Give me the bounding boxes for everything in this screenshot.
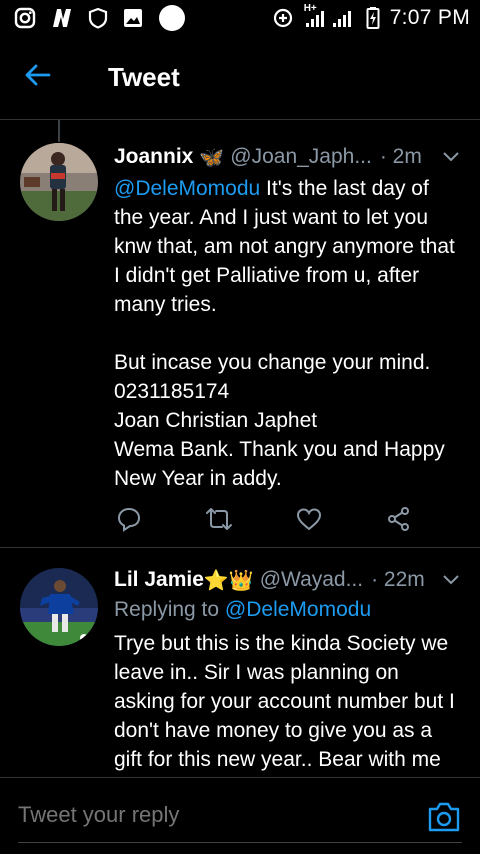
chevron-down-icon[interactable] bbox=[442, 568, 460, 592]
replying-to-line: Replying to @DeleMomodu bbox=[114, 595, 460, 624]
shield-icon bbox=[88, 7, 108, 29]
reply-icon[interactable] bbox=[114, 504, 144, 534]
signal-icon: H+ bbox=[304, 3, 356, 29]
status-bar: H+ 7:07 PM bbox=[0, 0, 480, 36]
share-icon[interactable] bbox=[384, 504, 414, 534]
butterfly-emoji: 🦋 bbox=[199, 146, 225, 169]
reply-input-underline bbox=[18, 842, 462, 843]
reply-bar bbox=[0, 777, 480, 854]
chevron-down-icon[interactable] bbox=[442, 145, 460, 169]
data-saver-icon bbox=[272, 7, 294, 29]
battery-icon bbox=[366, 6, 380, 30]
camera-icon[interactable] bbox=[426, 800, 462, 834]
retweet-icon[interactable] bbox=[204, 504, 234, 534]
tweet-card[interactable]: Joannix 🦋 @Joan_Japh... · 2m @DeleMomodu… bbox=[0, 120, 480, 548]
netflix-n-icon bbox=[50, 7, 74, 29]
clock-time: 7:07 PM bbox=[389, 6, 470, 29]
heart-icon[interactable] bbox=[294, 504, 324, 534]
tweet-text: @DeleMomodu It's the last day of the yea… bbox=[114, 174, 460, 493]
arrow-left-icon bbox=[23, 63, 51, 92]
tweet-timestamp: · 22m bbox=[371, 568, 425, 591]
instagram-icon bbox=[14, 7, 36, 29]
avatar[interactable] bbox=[20, 568, 98, 646]
author-handle[interactable]: @Wayad... bbox=[260, 568, 363, 592]
mention-link[interactable]: @DeleMomodu bbox=[225, 598, 371, 621]
tweet-body-text: It's the last day of the year. And I jus… bbox=[114, 177, 455, 490]
reply-input[interactable] bbox=[18, 802, 398, 828]
replying-to-label: Replying to bbox=[114, 598, 220, 621]
tweet-text: Trye but this is the kinda Society we le… bbox=[114, 632, 461, 771]
back-button[interactable] bbox=[0, 36, 80, 120]
tweet-actions bbox=[114, 504, 414, 534]
page-title: Tweet bbox=[108, 62, 180, 92]
author-name[interactable]: Lil Jamie bbox=[114, 568, 204, 592]
author-name[interactable]: Joannix bbox=[114, 145, 193, 169]
image-icon bbox=[122, 7, 144, 29]
author-handle[interactable]: @Joan_Japh... bbox=[230, 145, 372, 169]
star-crown-emoji: ⭐👑 bbox=[203, 569, 254, 592]
mention-link[interactable]: @DeleMomodu bbox=[114, 177, 260, 200]
tweet-timestamp: · 2m bbox=[379, 145, 422, 168]
app-header: Tweet bbox=[0, 36, 480, 120]
avatar[interactable] bbox=[20, 143, 98, 221]
network-type-label: H+ bbox=[303, 3, 317, 14]
tweet-card[interactable]: Lil Jamie ⭐👑 @Wayad... · 22m Replying to… bbox=[0, 549, 480, 777]
circle-dot-icon bbox=[158, 4, 186, 32]
